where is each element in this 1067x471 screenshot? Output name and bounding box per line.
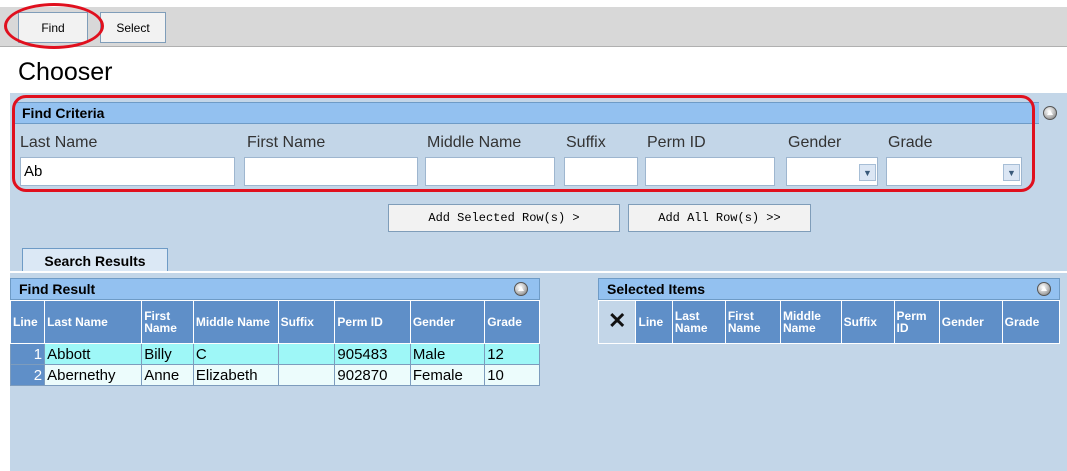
column-header-gender[interactable]: Gender (938, 300, 1003, 344)
add-selected-rows-button[interactable]: Add Selected Row(s) > (388, 204, 620, 232)
column-header-middle-name[interactable]: Middle Name (192, 300, 279, 344)
column-header-last-name[interactable]: Last Name (671, 300, 726, 344)
collapse-icon[interactable] (1043, 106, 1057, 120)
column-header-line[interactable]: Line (9, 300, 46, 344)
row-line-number: 1 (9, 343, 46, 365)
remove-column-header[interactable]: ✕ (597, 300, 637, 344)
cell-middle-name: Elizabeth (192, 364, 279, 386)
title-bar: Chooser (10, 52, 1067, 93)
column-header-suffix[interactable]: Suffix (277, 300, 336, 344)
table-row[interactable]: 2 Abernethy Anne Elizabeth 902870 Female… (9, 364, 540, 386)
tab-search-results[interactable]: Search Results (22, 248, 168, 272)
add-all-rows-button[interactable]: Add All Row(s) >> (628, 204, 811, 232)
column-header-first-name[interactable]: First Name (724, 300, 781, 344)
close-icon[interactable]: ✕ (608, 308, 626, 333)
cell-suffix (277, 343, 336, 365)
cell-gender: Male (409, 343, 486, 365)
table-header-row: ✕ Line Last Name First Name Middle Name … (597, 300, 1061, 344)
column-header-gender[interactable]: Gender (409, 300, 486, 344)
cell-suffix (277, 364, 336, 386)
tab-divider (10, 271, 1067, 273)
find-tab-highlight-ring (4, 3, 104, 49)
selected-items-table: ✕ Line Last Name First Name Middle Name … (597, 300, 1061, 344)
cell-middle-name: C (192, 343, 279, 365)
column-header-perm-id[interactable]: Perm ID (893, 300, 940, 344)
find-result-title: Find Result (19, 281, 96, 297)
cell-first-name: Anne (141, 364, 194, 386)
cell-perm-id: 905483 (334, 343, 411, 365)
cell-first-name: Billy (141, 343, 194, 365)
table-row[interactable]: 1 Abbott Billy C 905483 Male 12 (9, 343, 540, 365)
row-line-number: 2 (9, 364, 46, 386)
cell-gender: Female (409, 364, 486, 386)
column-header-line[interactable]: Line (635, 300, 673, 344)
find-result-table: Line Last Name First Name Middle Name Su… (9, 300, 540, 386)
column-header-grade[interactable]: Grade (484, 300, 540, 344)
collapse-icon[interactable] (1037, 282, 1051, 296)
table-header-row: Line Last Name First Name Middle Name Su… (9, 300, 540, 344)
cell-last-name: Abernethy (44, 364, 143, 386)
column-header-suffix[interactable]: Suffix (840, 300, 895, 344)
cell-grade: 10 (484, 364, 540, 386)
collapse-icon[interactable] (514, 282, 528, 296)
column-header-last-name[interactable]: Last Name (44, 300, 143, 344)
criteria-highlight-ring (12, 95, 1035, 192)
cell-perm-id: 902870 (334, 364, 411, 386)
page-title: Chooser (18, 58, 113, 86)
top-tab-bar: Find Select (0, 0, 1067, 49)
selected-items-title: Selected Items (607, 281, 706, 297)
cell-last-name: Abbott (44, 343, 143, 365)
column-header-first-name[interactable]: First Name (141, 300, 194, 344)
column-header-perm-id[interactable]: Perm ID (334, 300, 411, 344)
cell-grade: 12 (484, 343, 540, 365)
column-header-middle-name[interactable]: Middle Name (779, 300, 842, 344)
find-result-header: Find Result (10, 278, 540, 300)
tab-select[interactable]: Select (100, 12, 166, 43)
selected-items-header: Selected Items (598, 278, 1060, 300)
column-header-grade[interactable]: Grade (1001, 300, 1061, 344)
